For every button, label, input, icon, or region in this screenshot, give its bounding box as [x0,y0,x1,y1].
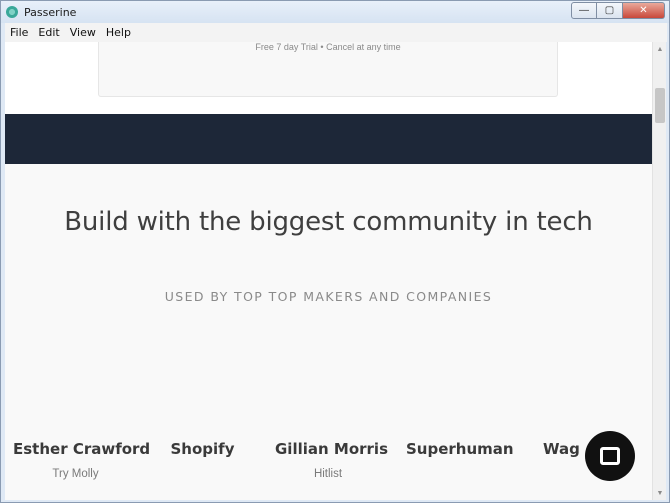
title-bar[interactable]: Passerine — ▢ ✕ [1,1,669,23]
menu-help[interactable]: Help [101,26,136,39]
menu-bar: File Edit View Help [5,23,667,42]
app-window: Passerine — ▢ ✕ File Edit View Help Free… [0,0,670,503]
maker-name: Shopify [170,440,235,458]
app-logo-icon [6,6,18,18]
scroll-down-arrow-icon[interactable]: ▼ [653,486,667,500]
scroll-thumb[interactable] [655,88,665,123]
window-title: Passerine [24,5,77,19]
community-headline: Build with the biggest community in tech [64,207,593,237]
menu-file[interactable]: File [5,26,33,39]
maker-product: Try Molly [52,468,99,480]
makers-list: Esther Crawford Try Molly Shopify Gillia… [5,440,652,500]
maker-name: Esther Crawford [13,440,151,458]
menu-view[interactable]: View [65,26,101,39]
scroll-up-arrow-icon[interactable]: ▲ [653,42,667,56]
window-controls: — ▢ ✕ [571,2,665,19]
maker-product: Hitlist [313,468,343,480]
maker-item[interactable]: Shopify [165,440,240,468]
trial-note: Free 7 day Trial • Cancel at any time [255,42,401,52]
dark-banner [5,114,652,164]
chat-button[interactable] [585,431,635,481]
pricing-section: Free 7 day Trial • Cancel at any time [5,42,652,114]
maker-item[interactable]: Superhuman [406,440,514,468]
maximize-button[interactable]: ▢ [597,2,623,19]
pricing-card: Free 7 day Trial • Cancel at any time [98,42,558,97]
chat-bubble-icon [600,447,620,465]
maker-item[interactable]: Esther Crawford Try Molly [13,440,151,480]
vertical-scrollbar[interactable]: ▲ ▼ [652,42,666,500]
maker-name: Superhuman [406,440,514,458]
menu-edit[interactable]: Edit [33,26,64,39]
community-subheadline: USED BY TOP TOP MAKERS AND COMPANIES [164,289,493,304]
maker-item[interactable]: Gillian Morris Hitlist [275,440,388,480]
close-button[interactable]: ✕ [623,2,665,19]
minimize-button[interactable]: — [571,2,597,19]
maker-name: Gillian Morris [275,440,388,458]
web-content: Free 7 day Trial • Cancel at any time Bu… [5,42,652,500]
